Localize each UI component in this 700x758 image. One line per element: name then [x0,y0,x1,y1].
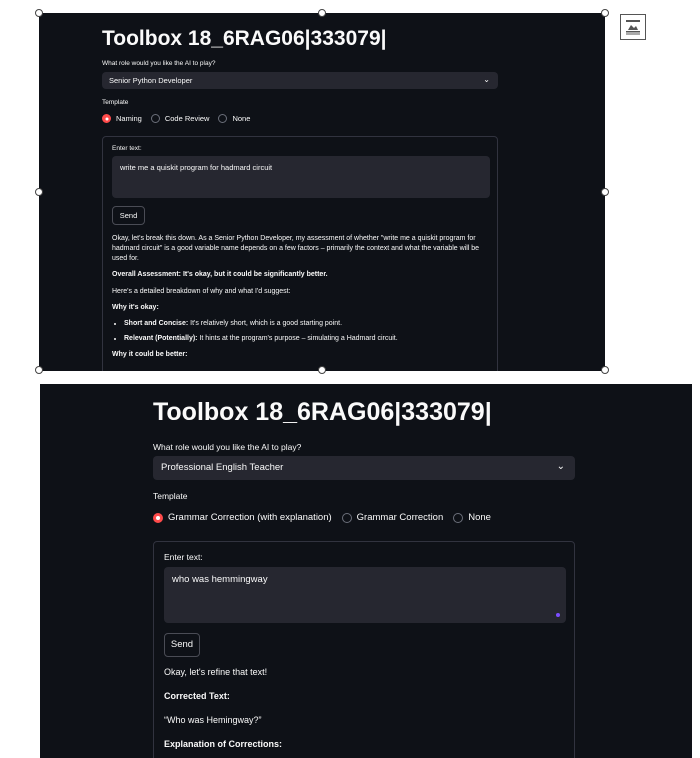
radio-grammar-correction[interactable]: Grammar Correction [341,512,444,523]
ai-response: Okay, let's break this down. As a Senior… [112,234,484,366]
ai-response: Okay, let's refine that text! Corrected … [164,666,564,758]
send-button[interactable]: Send [112,206,145,225]
radio-unselected-icon [150,114,160,123]
role-label: What role would you like the AI to play? [102,60,216,67]
layout-options-icon[interactable] [620,14,646,40]
page-title: Toolbox 18_6RAG06|333079| [102,27,387,50]
text-input[interactable]: who was hemmingway [164,567,566,623]
resize-handle-top[interactable] [318,9,326,17]
radio-selected-icon [102,114,111,123]
send-button[interactable]: Send [164,633,200,657]
response-paragraph: Okay, let's refine that text! [164,667,268,677]
role-select-value: Professional English Teacher [161,462,284,473]
template-radio-group: Grammar Correction (with explanation) Gr… [153,512,501,523]
input-label: Enter text: [164,552,203,562]
form-panel: Enter text: who was hemmingway Send Okay… [153,541,575,758]
radio-label: Grammar Correction [356,512,444,523]
radio-label: None [468,512,491,523]
resize-grip-icon[interactable] [556,613,560,617]
text-input-value: who was hemmingway [172,574,268,585]
resize-handle-right[interactable] [601,188,609,196]
text-input[interactable]: write me a quiskit program for hadmard c… [112,156,490,198]
resize-handle-left[interactable] [35,188,43,196]
role-select[interactable]: Professional English Teacher ⌄ [153,456,575,480]
response-list: Short and Concise: It's relatively short… [112,319,484,344]
response-paragraph: Okay, let's break this down. As a Senior… [112,235,480,263]
resize-handle-bottom[interactable] [318,366,326,374]
radio-label: Naming [116,114,142,123]
radio-none[interactable]: None [218,114,250,123]
template-radio-group: Naming Code Review None [102,114,259,123]
response-heading: Corrected Text: [164,691,230,702]
chevron-down-icon: ⌄ [556,461,565,472]
radio-none[interactable]: None [453,512,491,523]
page-title: Toolbox 18_6RAG06|333079| [153,398,492,426]
response-assessment: Overall Assessment: It's okay, but it co… [112,271,328,279]
resize-handle-bottom-right[interactable] [601,366,609,374]
radio-unselected-icon [453,512,464,523]
radio-label: None [232,114,251,123]
bullet-text: It's relatively short, which is a good s… [188,319,343,327]
radio-label: Code Review [164,114,210,123]
role-select[interactable]: Senior Python Developer ⌄ [102,72,498,89]
bullet-title: Relevant (Potentially): [124,334,198,342]
screenshot-bottom: Toolbox 18_6RAG06|333079| What role woul… [40,384,692,758]
role-label: What role would you like the AI to play? [153,442,302,452]
response-paragraph: Here's a detailed breakdown of why and w… [112,287,291,295]
radio-label: Grammar Correction (with explanation) [168,512,332,523]
form-panel: Enter text: write me a quiskit program f… [102,136,498,371]
template-label: Template [102,99,129,106]
response-heading: Why it's okay: [112,303,159,311]
radio-grammar-correction-explained[interactable]: Grammar Correction (with explanation) [153,512,332,523]
radio-code-review[interactable]: Code Review [150,114,210,123]
chevron-down-icon: ⌄ [483,75,490,84]
radio-unselected-icon [218,114,228,123]
input-label: Enter text: [112,145,142,152]
role-select-value: Senior Python Developer [109,76,193,85]
response-heading: Why it could be better: [112,351,188,359]
list-item: Short and Concise: It's relatively short… [124,319,484,329]
radio-unselected-icon [341,512,352,523]
resize-handle-bottom-left[interactable] [35,366,43,374]
radio-selected-icon [153,512,163,523]
response-corrected-text: “Who was Hemingway?” [164,715,262,726]
radio-naming[interactable]: Naming [102,114,142,123]
resize-handle-top-right[interactable] [601,9,609,17]
bullet-title: Short and Concise: [124,319,189,327]
resize-handle-top-left[interactable] [35,9,43,17]
list-item: Relevant (Potentially): It hints at the … [124,334,484,344]
template-label: Template [153,491,188,501]
bullet-text: It hints at the program's purpose – simu… [197,334,398,342]
response-heading: Explanation of Corrections: [164,739,283,750]
screenshot-top: Toolbox 18_6RAG06|333079| What role woul… [39,13,605,371]
text-input-value: write me a quiskit program for hadmard c… [120,163,273,172]
